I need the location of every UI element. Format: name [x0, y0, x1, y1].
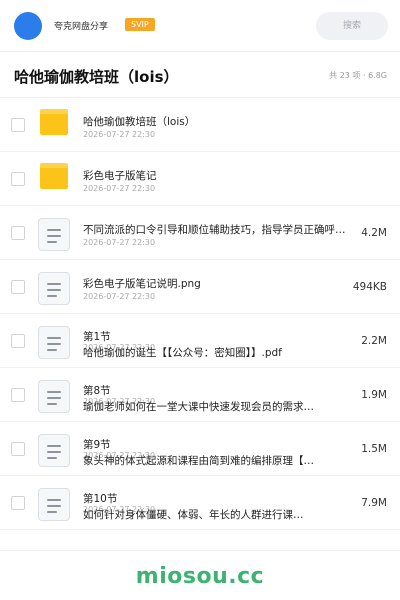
select-checkbox[interactable] [11, 496, 25, 510]
item-name: 哈他瑜伽教培班（lois） [83, 116, 196, 128]
top-bar: 夸克网盘分享 SVIP 搜索 [0, 0, 400, 52]
page-title: 哈他瑜伽教培班（lois） [14, 68, 179, 86]
item-size: 494KB [352, 281, 387, 293]
svip-badge: SVIP [125, 18, 155, 31]
item-date: 2026-07-27 22:30 [83, 184, 156, 193]
item-name: 彩色电子版笔记 [83, 170, 157, 182]
select-checkbox[interactable] [11, 172, 25, 186]
folder-header: 哈他瑜伽教培班（lois） 共 23 项 · 6.8G [0, 52, 400, 98]
item-date: 2026-07-27 22:30 [83, 292, 156, 301]
select-checkbox[interactable] [11, 334, 25, 348]
item-count-size: 共 23 项 · 6.8G [329, 71, 387, 80]
item-size: 1.5M [361, 443, 387, 455]
document-icon [38, 434, 70, 467]
list-item[interactable]: 彩色电子版笔记说明.png 2026-07-27 22:30 494KB [0, 260, 400, 314]
item-date: 2026-07-27 22:30 [83, 238, 156, 247]
avatar[interactable] [14, 12, 42, 40]
search-button[interactable]: 搜索 [316, 12, 388, 40]
footer-divider [0, 550, 400, 551]
item-name-line1: 第10节 [83, 493, 118, 505]
item-size: 2.2M [361, 335, 387, 347]
item-name-line2: 瑜伽老师如何在一堂大课中快速发现会员的需求… [83, 401, 314, 413]
sharer-name: 夸克网盘分享 [54, 22, 109, 32]
document-icon [38, 218, 70, 251]
document-icon [38, 326, 70, 359]
list-item[interactable]: 彩色电子版笔记 2026-07-27 22:30 [0, 152, 400, 206]
document-icon [38, 380, 70, 413]
item-name-line2: 如何针对身体僵硬、体弱、年长的人群进行课… [83, 509, 304, 521]
item-name-line1: 第1节 [83, 331, 111, 343]
item-size: 4.2M [361, 227, 387, 239]
list-item[interactable]: 2026-07-27 22:30 第10节 如何针对身体僵硬、体弱、年长的人群进… [0, 476, 400, 530]
item-name-line2: 哈他瑜伽的诞生【【公众号：密知圈】】.pdf [83, 347, 282, 359]
document-icon [38, 488, 70, 521]
folder-icon [40, 109, 68, 135]
item-date: 2026-07-27 22:30 [83, 130, 156, 139]
list-item[interactable]: 不同流派的口令引导和顺位辅助技巧，指导学员正确呼吸… 2026-07-27 22… [0, 206, 400, 260]
item-name: 彩色电子版笔记说明.png [83, 278, 201, 290]
file-list: 哈他瑜伽教培班（lois） 2026-07-27 22:30 彩色电子版笔记 2… [0, 98, 400, 530]
select-checkbox[interactable] [11, 388, 25, 402]
list-item[interactable]: 2026-07-27 22:30 第1节 哈他瑜伽的诞生【【公众号：密知圈】】.… [0, 314, 400, 368]
item-name-line1: 第8节 [83, 385, 111, 397]
document-icon [38, 272, 70, 305]
item-name: 不同流派的口令引导和顺位辅助技巧，指导学员正确呼吸… [83, 224, 353, 236]
folder-icon [40, 163, 68, 189]
site-watermark: miosou.cc [135, 564, 265, 589]
select-checkbox[interactable] [11, 118, 25, 132]
item-name-line2: 象头神的体式起源和课程由简到难的编排原理【… [83, 455, 314, 467]
list-item[interactable]: 2026-07-27 22:30 第8节 瑜伽老师如何在一堂大课中快速发现会员的… [0, 368, 400, 422]
select-checkbox[interactable] [11, 226, 25, 240]
item-size: 1.9M [361, 389, 387, 401]
item-name-line1: 第9节 [83, 439, 111, 451]
list-item[interactable]: 2026-07-27 22:30 第9节 象头神的体式起源和课程由简到难的编排原… [0, 422, 400, 476]
list-item[interactable]: 哈他瑜伽教培班（lois） 2026-07-27 22:30 [0, 98, 400, 152]
item-size: 7.9M [361, 497, 387, 509]
select-checkbox[interactable] [11, 442, 25, 456]
select-checkbox[interactable] [11, 280, 25, 294]
